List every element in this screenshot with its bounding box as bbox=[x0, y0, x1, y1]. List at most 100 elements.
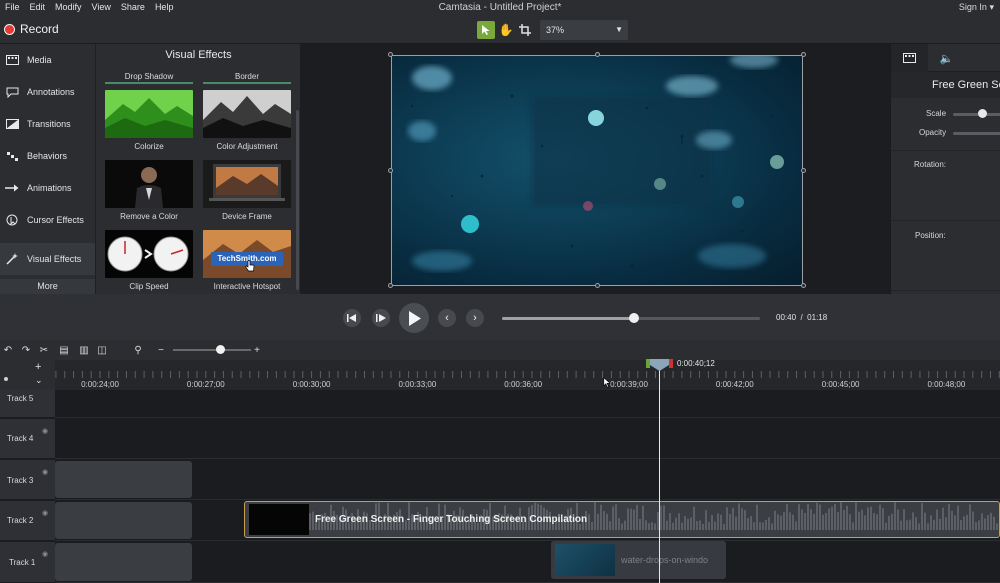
menu-view[interactable]: View bbox=[87, 0, 116, 15]
track-header-2[interactable]: Track 2 ◉ bbox=[0, 501, 55, 541]
waveform-bar bbox=[627, 508, 629, 530]
next-clip-button[interactable]: › bbox=[466, 309, 484, 327]
copy-button[interactable]: ▤ bbox=[57, 343, 71, 357]
sidebar-item-animations[interactable]: Animations bbox=[0, 172, 95, 204]
previous-clip-button[interactable]: ‹ bbox=[438, 309, 456, 327]
menu-file[interactable]: File bbox=[0, 0, 25, 15]
resize-handle[interactable] bbox=[801, 52, 806, 57]
eye-icon[interactable]: ◉ bbox=[42, 509, 48, 517]
playback-scrubber[interactable] bbox=[502, 313, 760, 323]
effect-drop-shadow[interactable] bbox=[105, 66, 193, 69]
sidebar-item-media[interactable]: Media bbox=[0, 44, 95, 76]
effect-remove-a-color[interactable]: Remove a Color bbox=[105, 160, 193, 221]
track-lane-3[interactable] bbox=[55, 460, 1000, 500]
resize-handle[interactable] bbox=[388, 283, 393, 288]
collapse-tracks-button[interactable]: ⌄ bbox=[35, 375, 43, 386]
waveform-bar bbox=[654, 523, 656, 530]
zoom-search-button[interactable]: ⚲ bbox=[131, 343, 145, 357]
effect-device-frame[interactable]: Device Frame bbox=[203, 160, 291, 221]
sidebar-item-behaviors[interactable]: Behaviors bbox=[0, 140, 95, 172]
waveform-bar bbox=[750, 516, 752, 530]
waveform-bar bbox=[792, 514, 794, 530]
add-track-button[interactable]: + bbox=[35, 361, 41, 373]
zoom-in-button[interactable]: + bbox=[250, 343, 264, 357]
track-header-5[interactable]: Track 5 bbox=[0, 390, 55, 418]
waveform-bar bbox=[987, 515, 989, 530]
scrubber-progress bbox=[502, 317, 634, 320]
timeline-clip-water-drops[interactable]: water-drops-on-windo bbox=[551, 541, 726, 579]
resize-handle[interactable] bbox=[595, 52, 600, 57]
crop-tool-button[interactable] bbox=[516, 21, 534, 39]
waveform-bar bbox=[744, 509, 746, 530]
playhead-handle[interactable] bbox=[646, 359, 674, 371]
track-header-3[interactable]: Track 3 ◉ bbox=[0, 460, 55, 500]
sign-in-button[interactable]: Sign In ▾ bbox=[959, 0, 994, 15]
speech-bubble-icon bbox=[5, 86, 19, 98]
sidebar-item-transitions[interactable]: Transitions bbox=[0, 108, 95, 140]
resize-handle[interactable] bbox=[801, 283, 806, 288]
cut-button[interactable]: ✂ bbox=[37, 343, 51, 357]
redo-button[interactable]: ↷ bbox=[19, 343, 33, 357]
eye-icon[interactable]: ◉ bbox=[42, 550, 48, 558]
effect-colorize[interactable]: Colorize bbox=[105, 90, 193, 151]
opacity-slider[interactable] bbox=[953, 132, 1000, 135]
eye-icon[interactable]: ◉ bbox=[42, 468, 48, 476]
menu-share[interactable]: Share bbox=[116, 0, 150, 15]
timeline-clip[interactable] bbox=[55, 461, 192, 498]
play-button[interactable] bbox=[399, 303, 429, 333]
eye-icon[interactable]: ◉ bbox=[42, 427, 48, 435]
menu-edit[interactable]: Edit bbox=[25, 0, 51, 15]
track-header-4[interactable]: Track 4 ◉ bbox=[0, 419, 55, 459]
record-button[interactable]: Record bbox=[4, 22, 59, 36]
scrubber-knob[interactable] bbox=[628, 313, 639, 323]
zoom-dropdown[interactable]: 37% ▼ bbox=[540, 20, 628, 40]
resize-handle[interactable] bbox=[388, 168, 393, 173]
pointer-tool-button[interactable] bbox=[477, 21, 495, 39]
panel-scrollbar[interactable] bbox=[296, 110, 299, 290]
sidebar-item-visual-effects[interactable]: Visual Effects bbox=[0, 243, 95, 275]
track-lane-4[interactable] bbox=[55, 419, 1000, 459]
step-forward-button[interactable] bbox=[372, 309, 390, 327]
tab-audio-properties[interactable]: 🔈 bbox=[928, 44, 965, 72]
waveform-bar bbox=[708, 522, 710, 530]
resize-handle[interactable] bbox=[801, 168, 806, 173]
selected-timeline-clip[interactable]: Free Green Screen - Finger Touching Scre… bbox=[244, 501, 1000, 538]
tab-visual-properties[interactable] bbox=[891, 44, 928, 72]
resize-handle[interactable] bbox=[388, 52, 393, 57]
timeline-zoom-knob[interactable] bbox=[216, 345, 225, 354]
effect-color-adjustment[interactable]: Color Adjustment bbox=[203, 90, 291, 151]
sidebar-item-cursor-effects[interactable]: Cursor Effects bbox=[0, 204, 95, 236]
undo-icon: ↶ bbox=[3, 344, 13, 356]
menu-help[interactable]: Help bbox=[150, 0, 179, 15]
track-name: Track 1 bbox=[9, 558, 36, 567]
video-preview[interactable] bbox=[391, 55, 803, 286]
sidebar-item-annotations[interactable]: Annotations bbox=[0, 76, 95, 108]
zoom-out-button[interactable]: − bbox=[154, 343, 168, 357]
menu-modify[interactable]: Modify bbox=[50, 0, 87, 15]
scale-slider[interactable] bbox=[953, 113, 1000, 116]
split-button[interactable]: ◫ bbox=[95, 343, 109, 357]
waveform-bar bbox=[960, 520, 962, 530]
waveform-bar bbox=[885, 522, 887, 530]
waveform-bar bbox=[747, 518, 749, 530]
timeline-clip[interactable] bbox=[55, 502, 192, 539]
track-header-1[interactable]: Track 1 ◉ bbox=[0, 542, 55, 583]
timeline-clip[interactable] bbox=[55, 543, 192, 581]
track-lane-1[interactable] bbox=[55, 542, 1000, 583]
step-back-button[interactable] bbox=[343, 309, 361, 327]
waveform-bar bbox=[789, 512, 791, 530]
more-button[interactable]: More bbox=[0, 279, 95, 294]
track-lane-5[interactable] bbox=[55, 390, 1000, 418]
waveform-bar bbox=[312, 511, 314, 530]
effect-thumbnail bbox=[203, 90, 291, 138]
resize-handle[interactable] bbox=[595, 283, 600, 288]
timeline-ruler[interactable]: + ⌄ 0:00:24;00 0:00:27;00 0:00:30;00 0:00:3… bbox=[0, 360, 1000, 390]
scale-slider-knob[interactable] bbox=[978, 109, 987, 118]
timeline-zoom-slider[interactable] bbox=[173, 345, 251, 354]
undo-button[interactable]: ↶ bbox=[1, 343, 15, 357]
paste-button[interactable]: ▥ bbox=[77, 343, 91, 357]
pan-tool-button[interactable]: ✋ bbox=[497, 21, 515, 39]
waveform-bar bbox=[843, 510, 845, 530]
waveform-bar bbox=[780, 515, 782, 530]
effect-clip-speed[interactable]: Clip Speed bbox=[105, 230, 193, 291]
